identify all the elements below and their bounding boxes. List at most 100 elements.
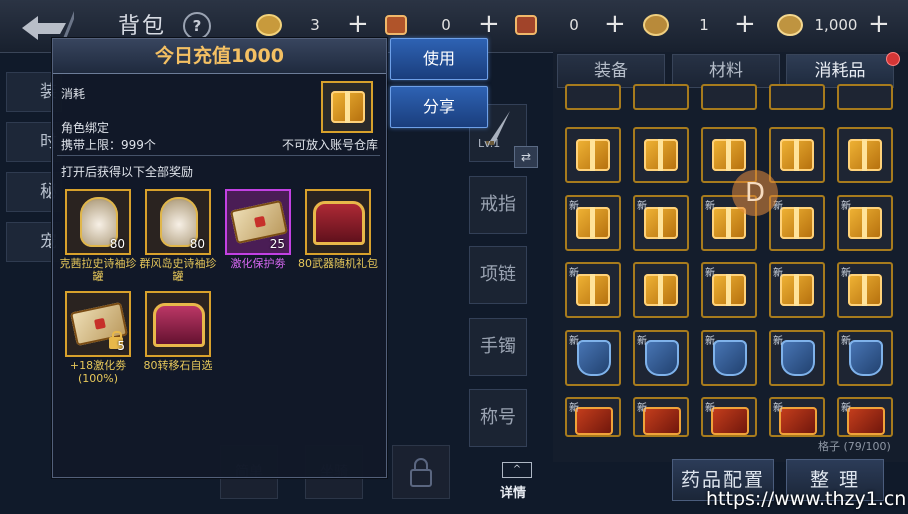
gift-box-icon xyxy=(331,91,365,123)
bag-slot[interactable] xyxy=(701,84,757,110)
gift-box-icon xyxy=(780,274,814,306)
back-arrow-icon[interactable] xyxy=(14,9,78,41)
bag-slot[interactable]: 新 xyxy=(769,397,825,437)
add-locked-scroll-button[interactable]: + xyxy=(604,11,626,37)
help-icon[interactable]: ? xyxy=(183,12,211,40)
gift-box-icon xyxy=(780,207,814,239)
gold-coin-icon xyxy=(255,12,283,38)
new-badge: 新 xyxy=(569,336,579,347)
bag-slot[interactable]: 新 xyxy=(701,397,757,437)
bag-slot[interactable]: 新 xyxy=(837,397,893,437)
share-button[interactable]: 分享 xyxy=(390,86,488,128)
reward-slot: 80 xyxy=(145,189,211,255)
currency-scroll: 0 + xyxy=(382,11,502,38)
item-carry-limit: 携带上限：999个 xyxy=(61,138,156,152)
new-badge: 新 xyxy=(773,336,783,347)
currency-gold: 3 + xyxy=(255,11,375,38)
divider xyxy=(57,155,380,156)
bag-slot[interactable]: 新 xyxy=(565,397,621,437)
ring-slot[interactable]: 戒指 xyxy=(469,176,527,234)
bag-slot[interactable] xyxy=(769,84,825,110)
item-type: 消耗 xyxy=(61,87,86,101)
bag-slot[interactable] xyxy=(565,84,621,110)
gift-box-icon xyxy=(576,139,610,171)
bag-slot[interactable]: 新 xyxy=(701,262,757,318)
bag-capacity: 格子 (79/100) xyxy=(818,440,891,453)
popup-title: 今日充值1000 xyxy=(53,39,386,74)
bag-slot[interactable]: 新 xyxy=(769,330,825,386)
no-account-storage: 不可放入账号仓库 xyxy=(281,138,378,152)
reward-name: 群风岛史诗袖珍罐 xyxy=(139,257,217,283)
floating-d-badge[interactable]: D xyxy=(732,170,778,216)
bag-slot[interactable] xyxy=(837,127,893,183)
watermark-text: https://www.thzy1.cn xyxy=(706,488,907,510)
item-bind: 角色绑定 xyxy=(61,121,110,135)
use-button[interactable]: 使用 xyxy=(390,38,488,80)
reward-slot: 5 xyxy=(65,291,131,357)
gift-box-icon xyxy=(780,139,814,171)
tab-materials[interactable]: 材料 xyxy=(672,54,780,88)
gift-box-icon xyxy=(644,274,678,306)
gift-box-icon xyxy=(712,274,746,306)
new-badge: 新 xyxy=(637,336,647,347)
gift-box-icon xyxy=(848,139,882,171)
title-slot[interactable]: 称号 xyxy=(469,389,527,447)
necklace-slot[interactable]: 项链 xyxy=(469,246,527,304)
detail-label: 详情 xyxy=(500,486,527,501)
tab-consumables[interactable]: 消耗品 xyxy=(786,54,894,88)
add-scroll-button[interactable]: + xyxy=(478,11,500,37)
lock-icon[interactable] xyxy=(392,445,450,499)
currency-bronze: 1 + xyxy=(642,11,762,38)
bag-slot[interactable] xyxy=(633,127,689,183)
bag-slot[interactable]: 新 xyxy=(769,195,825,251)
add-silver-button[interactable]: + xyxy=(868,11,890,37)
bag-slot[interactable]: 新 xyxy=(633,397,689,437)
gift-box-icon xyxy=(644,139,678,171)
bag-slot[interactable] xyxy=(565,127,621,183)
bag-slot[interactable]: 新 xyxy=(701,330,757,386)
reward-slot xyxy=(145,291,211,357)
reward-slot: 25 xyxy=(225,189,291,255)
reward-name: 80武器随机礼包 xyxy=(298,257,378,270)
bag-slot[interactable] xyxy=(633,84,689,110)
treasure-chest-icon xyxy=(153,303,205,347)
bag-slot[interactable] xyxy=(633,262,689,318)
swap-icon[interactable]: ⇄ xyxy=(514,146,538,168)
reward-count: 80 xyxy=(109,237,125,251)
gift-box-icon xyxy=(576,274,610,306)
bag-slot[interactable]: 新 xyxy=(565,195,621,251)
weapon-level: Lv.1 xyxy=(478,137,501,150)
reward-slot xyxy=(305,189,371,255)
scroll-ticket-icon xyxy=(382,12,410,38)
bag-slot[interactable] xyxy=(837,84,893,110)
bag-slot[interactable]: 新 xyxy=(565,330,621,386)
bag-slot[interactable]: 新 xyxy=(837,262,893,318)
shield-icon xyxy=(781,340,815,376)
bag-slot[interactable]: 新 xyxy=(633,195,689,251)
chevron-up-icon: ^ xyxy=(502,462,532,478)
notification-dot xyxy=(886,52,900,66)
bag-slot[interactable] xyxy=(769,127,825,183)
detail-toggle[interactable]: ^ 详情 xyxy=(500,462,534,502)
bag-slot[interactable]: 新 xyxy=(633,330,689,386)
locked-scroll-icon xyxy=(512,12,540,38)
new-badge: 新 xyxy=(569,403,579,414)
treasure-chest-icon xyxy=(313,201,365,245)
red-box-icon xyxy=(779,407,817,435)
open-rewards-text: 打开后获得以下全部奖励 xyxy=(61,165,194,179)
bag-slot[interactable]: 新 xyxy=(837,195,893,251)
new-badge: 新 xyxy=(637,403,647,414)
silver-coin-icon xyxy=(776,12,804,38)
bracelet-slot[interactable]: 手镯 xyxy=(469,318,527,376)
bag-slot[interactable]: 新 xyxy=(565,262,621,318)
add-bronze-button[interactable]: + xyxy=(734,11,756,37)
add-gold-button[interactable]: + xyxy=(347,11,369,37)
new-badge: 新 xyxy=(773,268,783,279)
bag-slot[interactable]: 新 xyxy=(837,330,893,386)
new-badge: 新 xyxy=(705,403,715,414)
currency-silver: 1,000 + xyxy=(776,11,906,38)
gift-box-icon xyxy=(848,207,882,239)
bag-slot[interactable]: 新 xyxy=(769,262,825,318)
new-badge: 新 xyxy=(841,268,851,279)
tab-equipment[interactable]: 装备 xyxy=(557,54,665,88)
